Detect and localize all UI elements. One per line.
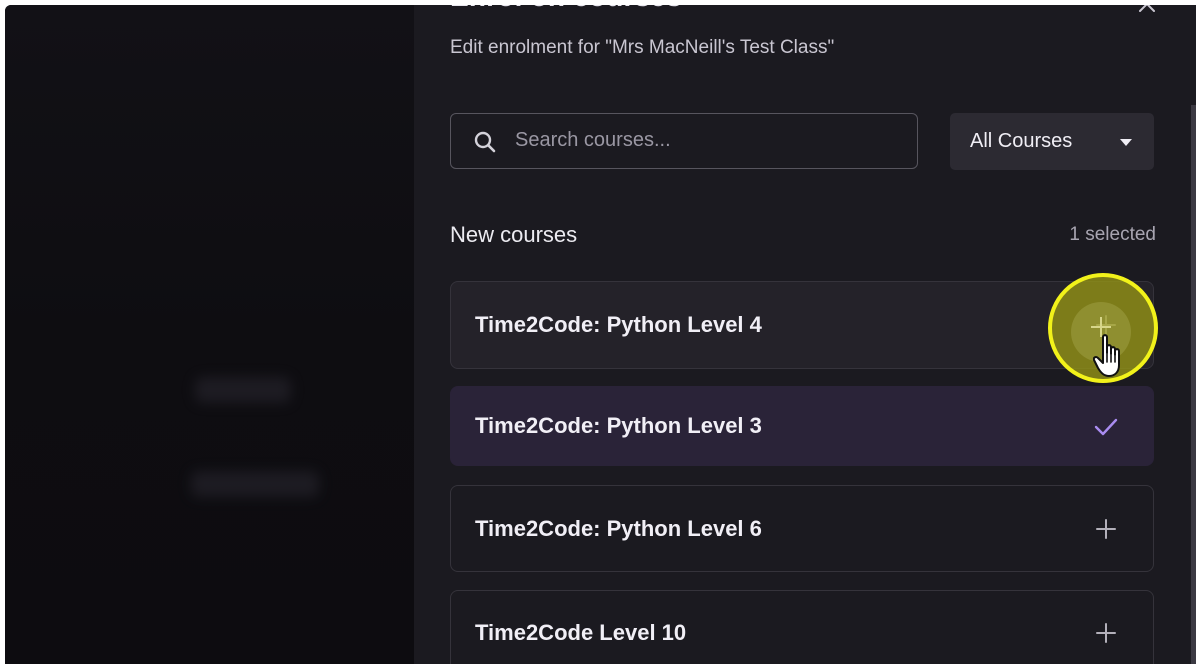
course-name: Time2Code Level 10 bbox=[475, 620, 687, 645]
background-page bbox=[5, 5, 414, 664]
search-box[interactable] bbox=[450, 113, 918, 169]
course-card[interactable]: Time2Code: Python Level 3 bbox=[450, 386, 1154, 466]
scrollbar[interactable] bbox=[1191, 105, 1196, 664]
close-icon[interactable] bbox=[1136, 5, 1158, 15]
search-input[interactable] bbox=[515, 114, 905, 167]
enrol-courses-drawer: Enrol on courses Edit enrolment for "Mrs… bbox=[414, 5, 1196, 664]
chevron-down-icon bbox=[1120, 139, 1132, 146]
section-title: New courses bbox=[450, 222, 578, 247]
search-icon bbox=[474, 131, 496, 153]
course-name: Time2Code: Python Level 4 bbox=[475, 312, 762, 337]
course-filter-label: All Courses bbox=[970, 130, 1073, 152]
course-name: Time2Code: Python Level 3 bbox=[475, 413, 762, 438]
course-card[interactable]: Time2Code Level 10 bbox=[450, 590, 1154, 664]
course-card[interactable]: Time2Code: Python Level 6 bbox=[450, 485, 1154, 572]
check-icon[interactable] bbox=[1093, 414, 1119, 440]
drawer-title: Enrol on courses bbox=[450, 5, 682, 13]
blurred-background-item bbox=[195, 377, 291, 403]
drawer-subtitle: Edit enrolment for "Mrs MacNeill's Test … bbox=[450, 37, 835, 58]
course-name: Time2Code: Python Level 6 bbox=[475, 516, 762, 541]
blurred-background-item bbox=[191, 471, 319, 497]
hand-cursor-icon bbox=[1093, 334, 1120, 377]
plus-icon[interactable] bbox=[1093, 620, 1119, 646]
course-filter-dropdown[interactable]: All Courses bbox=[950, 113, 1154, 170]
selected-count: 1 selected bbox=[1069, 224, 1156, 245]
app-window: Enrol on courses Edit enrolment for "Mrs… bbox=[5, 5, 1196, 664]
plus-icon[interactable] bbox=[1093, 516, 1119, 542]
